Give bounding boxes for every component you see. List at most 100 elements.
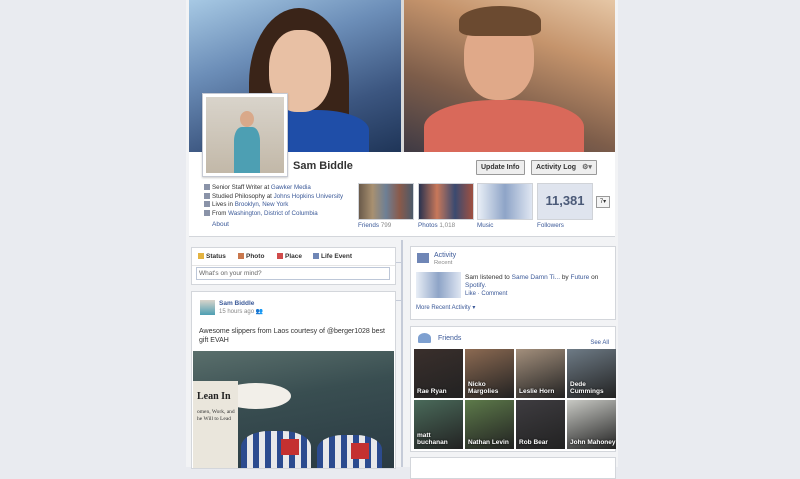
activity-title[interactable]: Activity — [434, 252, 456, 259]
more-recent-activity-link[interactable]: More Recent Activity ▾ — [416, 304, 475, 311]
tab-photo-label: Photo — [246, 253, 265, 260]
timeline-spine — [401, 240, 403, 467]
music-thumbnail[interactable] — [477, 183, 533, 220]
friend-tile[interactable]: Nathan Levin — [465, 400, 514, 449]
activity-service-link[interactable]: Spotify. — [465, 282, 486, 289]
friend-name: Rob Bear — [519, 439, 548, 446]
activity-album-art[interactable] — [416, 272, 461, 298]
composer-tabs: Status Photo Place Life Event — [192, 248, 395, 266]
post-text: Awesome slippers from Laos courtesy of @… — [199, 328, 385, 344]
friend-tile[interactable]: Nicko Margolies — [465, 349, 514, 398]
tab-photo[interactable]: Photo — [238, 253, 264, 260]
info-education: Studied Philosophy at Johns Hopkins Univ… — [204, 193, 343, 202]
pin-icon — [277, 253, 283, 260]
photo-slipper-right — [317, 435, 382, 468]
man-shirt — [424, 100, 584, 152]
photo-slipper-left — [241, 431, 311, 468]
profile-picture-image — [206, 97, 284, 173]
activity-actions: Like · Comment — [465, 291, 508, 297]
profile-picture[interactable] — [202, 93, 288, 177]
activity-artist-link[interactable]: Future — [571, 274, 590, 281]
friend-name: matt buchanan — [417, 432, 448, 446]
see-all-friends-link[interactable]: See All — [590, 340, 609, 346]
info-lives-prefix: Lives in — [212, 201, 235, 208]
tab-life-event-label: Life Event — [321, 253, 353, 260]
info-edu-prefix: Studied Philosophy at — [212, 192, 274, 200]
slipper-red-mark — [281, 439, 299, 455]
photos-count: 1,018 — [439, 222, 456, 229]
friends-label-text: Friends — [358, 222, 379, 229]
chevron-down-icon: ▾ — [472, 305, 476, 311]
friends-box: Friends See All Rae Ryan Nicko Margolies L… — [410, 326, 616, 452]
tab-status-label: Status — [206, 253, 226, 260]
info-edu-link[interactable]: Johns Hopkins University — [274, 193, 343, 200]
friend-name: Nathan Levin — [468, 439, 509, 446]
activity-text: Sam listened to Same Damn Ti... by Futur… — [465, 274, 613, 290]
man-hair — [459, 6, 541, 36]
activity-log-label: Activity Log — [536, 164, 577, 171]
friend-tile[interactable]: Rae Ryan — [414, 349, 463, 398]
activity-by: by — [560, 274, 571, 281]
friends-title[interactable]: Friends — [438, 335, 461, 342]
info-from-prefix: From — [212, 209, 229, 217]
info-job-link[interactable]: Gawker Media — [271, 184, 311, 191]
info-lives-link[interactable]: Brooklyn, New York — [235, 201, 289, 208]
profile-info-list: Senior Staff Writer at Gawker Media Stud… — [204, 184, 343, 218]
timeline-post: Sam Biddle 15 hours ago 👥 Awesome slippe… — [191, 291, 396, 469]
book-title: Lean In — [197, 391, 231, 402]
tab-place[interactable]: Place — [277, 253, 302, 260]
update-info-button[interactable]: Update Info — [476, 160, 525, 175]
cover-right-panel — [404, 0, 615, 152]
post-photo[interactable]: Lean In omen, Work, and he Will to Lead — [193, 351, 394, 468]
profile-picture-head — [240, 111, 254, 127]
friend-tile[interactable]: Dede Cummings — [567, 349, 616, 398]
more-recent-activity-label: More Recent Activity — [416, 305, 471, 311]
followers-label[interactable]: Followers — [537, 222, 564, 229]
house-icon — [204, 201, 210, 208]
photos-label[interactable]: Photos 1,018 — [418, 222, 455, 229]
friend-tile[interactable]: Leslie Horn — [516, 349, 565, 398]
friend-tile[interactable]: Rob Bear — [516, 400, 565, 449]
activity-on: on — [589, 274, 599, 281]
next-section-card — [410, 457, 616, 479]
info-job: Senior Staff Writer at Gawker Media — [204, 184, 343, 193]
activity-box: Activity Recent Sam listened to Same Dam… — [410, 246, 616, 320]
photos-label-text: Photos — [418, 222, 438, 229]
about-link[interactable]: About — [212, 221, 229, 228]
activity-icon — [417, 253, 429, 263]
friend-tile[interactable]: matt buchanan — [414, 400, 463, 449]
timeline-connector — [395, 262, 402, 263]
tab-status[interactable]: Status — [198, 253, 226, 260]
more-sections-button[interactable]: 7▾ — [596, 196, 610, 208]
audience-icon[interactable]: 👥 — [256, 309, 263, 315]
post-timestamp[interactable]: 15 hours ago 👥 — [219, 308, 263, 315]
info-job-prefix: Senior Staff Writer at — [212, 184, 271, 191]
photo-book: Lean In omen, Work, and he Will to Lead — [193, 381, 238, 468]
activity-text-prefix: Sam listened to — [465, 274, 512, 281]
post-author-avatar[interactable] — [200, 300, 215, 315]
flag-icon — [313, 253, 319, 260]
comment-link[interactable]: Comment — [481, 291, 507, 297]
friend-name: Rae Ryan — [417, 388, 447, 395]
activity-log-button[interactable]: Activity Log ⚙▾ — [531, 160, 597, 175]
friends-label[interactable]: Friends 799 — [358, 222, 391, 229]
book-subtitle: omen, Work, and he Will to Lead — [197, 409, 235, 422]
friend-tile[interactable]: John Mahoney — [567, 400, 616, 449]
photos-thumbnail[interactable] — [418, 183, 474, 220]
like-link[interactable]: Like — [465, 291, 476, 297]
timeline-connector — [395, 300, 402, 301]
friends-thumbnail[interactable] — [358, 183, 414, 220]
music-label[interactable]: Music — [477, 222, 493, 229]
profile-name[interactable]: Sam Biddle — [293, 160, 353, 172]
post-author-name[interactable]: Sam Biddle — [219, 300, 254, 307]
status-composer: Status Photo Place Life Event What's on … — [191, 247, 396, 285]
location-icon — [204, 209, 210, 216]
info-lives: Lives in Brooklyn, New York — [204, 201, 343, 210]
friends-count: 799 — [380, 222, 392, 229]
status-input[interactable]: What's on your mind? — [196, 267, 390, 280]
friend-name: Leslie Horn — [519, 388, 555, 395]
activity-subtitle: Recent — [434, 260, 453, 266]
activity-song-link[interactable]: Same Damn Ti... — [512, 274, 560, 281]
info-from-link[interactable]: Washington, District of Columbia — [228, 210, 318, 217]
tab-life-event[interactable]: Life Event — [313, 253, 352, 260]
